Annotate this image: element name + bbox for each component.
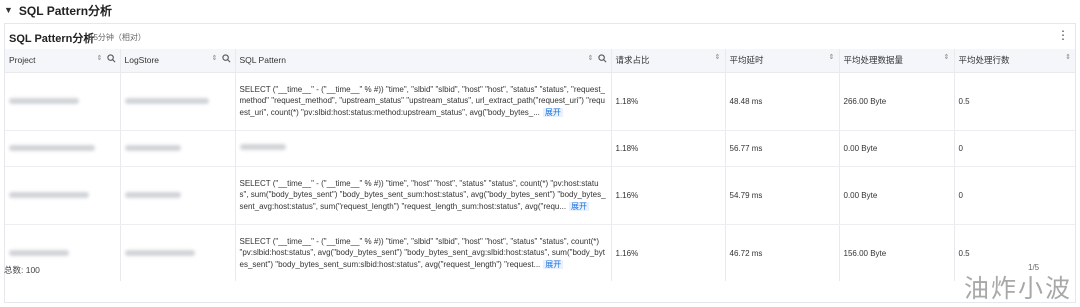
latency-cell: 46.72 ms: [725, 224, 840, 281]
redacted-text: [124, 144, 181, 151]
redacted-text: [9, 249, 69, 256]
col-header-avg-data[interactable]: 平均处理数据量 ⇕: [839, 49, 955, 73]
redacted-text: [9, 97, 79, 104]
redacted-text: [9, 191, 89, 198]
sql-cell: SELECT ("__time__" - ("__time__" % #)) "…: [235, 72, 612, 131]
sql-cell: SELECT ("__time__" - ("__time__" % #)) "…: [235, 224, 612, 281]
col-header-logstore[interactable]: LogStore ⇕: [120, 49, 236, 73]
ratio-cell: 1.16%: [611, 166, 726, 225]
latency-cell: 54.79 ms: [725, 166, 840, 225]
redacted-text: [124, 97, 209, 104]
col-header-sql-pattern[interactable]: SQL Pattern ⇕: [235, 49, 612, 73]
panel-header: SQL Pattern分析 15分钟（相对） ⋮: [5, 24, 1075, 48]
redacted-text: [239, 144, 286, 151]
redacted-text: [9, 144, 95, 151]
sql-pattern-panel: SQL Pattern分析 15分钟（相对） ⋮ Project ⇕ LogSt…: [4, 23, 1076, 303]
table-row[interactable]: 1.18% 56.77 ms 0.00 Byte 0: [5, 130, 1075, 167]
col-header-request-ratio[interactable]: 请求占比 ⇕: [611, 49, 726, 73]
data-cell: 0.00 Byte: [839, 130, 955, 167]
sort-icon[interactable]: ⇕: [1065, 54, 1071, 61]
sort-icon[interactable]: ⇕: [212, 55, 218, 62]
expand-link[interactable]: 展开: [542, 107, 563, 117]
latency-cell: 56.77 ms: [725, 130, 840, 167]
col-header-avg-latency[interactable]: 平均延时 ⇕: [725, 49, 840, 73]
sql-cell: [235, 130, 612, 167]
sort-icon[interactable]: ⇕: [829, 54, 835, 61]
search-icon[interactable]: [597, 54, 607, 63]
sql-cell: SELECT ("__time__" - ("__time__" % #)) "…: [235, 166, 612, 225]
section-header[interactable]: ▼ SQL Pattern分析: [0, 0, 1080, 20]
data-cell: 156.00 Byte: [839, 224, 955, 281]
more-vertical-icon[interactable]: ⋮: [1057, 29, 1069, 41]
sort-icon[interactable]: ⇕: [944, 54, 950, 61]
table-row[interactable]: SELECT ("__time__" - ("__time__" % #)) "…: [5, 72, 1075, 131]
panel-title: SQL Pattern分析: [9, 33, 95, 45]
redacted-text: [124, 249, 195, 256]
redacted-text: [124, 191, 181, 198]
pattern-table: Project ⇕ LogStore ⇕ SQL Pattern ⇕ 请求占比 …: [5, 49, 1075, 281]
table-row[interactable]: SELECT ("__time__" - ("__time__" % #)) "…: [5, 166, 1075, 225]
watermark: 油炸小波: [963, 274, 1072, 303]
rows-cell: 0.5: [954, 72, 1075, 131]
sort-icon[interactable]: ⇕: [715, 54, 721, 61]
table-row[interactable]: SELECT ("__time__" - ("__time__" % #)) "…: [5, 224, 1075, 281]
total-count: 总数: 100: [4, 265, 40, 275]
project-cell: [5, 166, 121, 225]
data-cell: 0.00 Byte: [839, 166, 955, 225]
logstore-cell: [120, 130, 236, 167]
ratio-cell: 1.18%: [611, 72, 726, 131]
search-icon[interactable]: [221, 54, 231, 63]
latency-cell: 48.48 ms: [725, 72, 840, 131]
rows-cell: 0: [954, 130, 1075, 167]
ratio-cell: 1.16%: [611, 224, 726, 281]
expand-link[interactable]: 展开: [543, 259, 564, 269]
col-header-project[interactable]: Project ⇕: [5, 49, 121, 73]
col-header-avg-rows[interactable]: 平均处理行数 ⇕: [954, 49, 1075, 73]
project-cell: [5, 130, 121, 167]
project-cell: [5, 72, 121, 131]
ratio-cell: 1.18%: [611, 130, 726, 167]
logstore-cell: [120, 72, 236, 131]
rows-cell: 0: [954, 166, 1075, 225]
search-icon[interactable]: [106, 54, 116, 63]
table-header-row: Project ⇕ LogStore ⇕ SQL Pattern ⇕ 请求占比 …: [5, 49, 1075, 73]
expand-link[interactable]: 展开: [569, 201, 590, 211]
logstore-cell: [120, 224, 236, 281]
collapse-caret-icon[interactable]: ▼: [4, 5, 13, 15]
data-cell: 266.00 Byte: [839, 72, 955, 131]
sort-icon[interactable]: ⇕: [97, 55, 103, 62]
sort-icon[interactable]: ⇕: [588, 55, 594, 62]
pattern-table-wrap[interactable]: Project ⇕ LogStore ⇕ SQL Pattern ⇕ 请求占比 …: [5, 49, 1075, 281]
time-range-label: 15分钟（相对）: [89, 33, 146, 42]
logstore-cell: [120, 166, 236, 225]
section-title: SQL Pattern分析: [18, 3, 113, 18]
